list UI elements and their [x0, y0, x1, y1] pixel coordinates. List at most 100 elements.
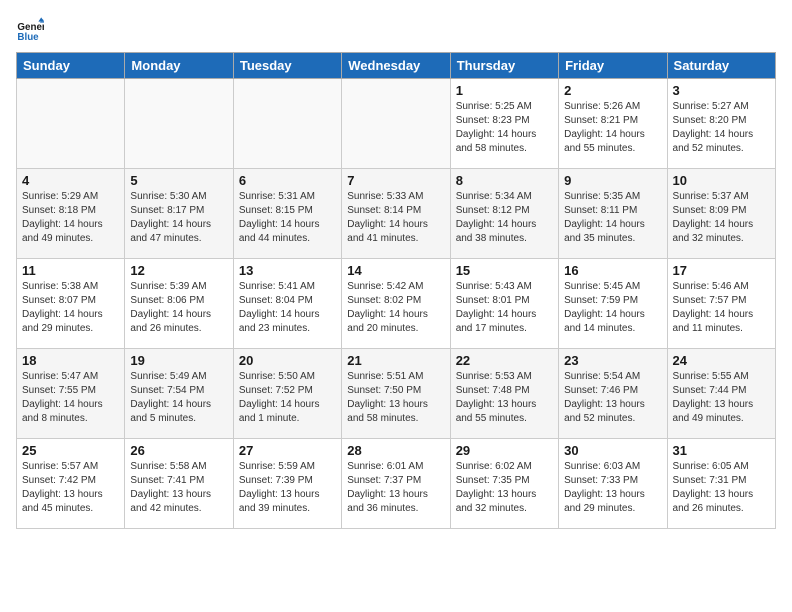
day-info: Sunrise: 6:05 AM Sunset: 7:31 PM Dayligh…	[673, 460, 770, 516]
day-info: Sunrise: 5:47 AM Sunset: 7:55 PM Dayligh…	[22, 370, 119, 426]
calendar-cell: 21 Sunrise: 5:51 AM Sunset: 7:50 PM Dayli…	[342, 349, 450, 439]
calendar-cell	[233, 79, 341, 169]
day-number: 6	[239, 173, 336, 188]
day-number: 19	[130, 353, 227, 368]
calendar-cell: 7 Sunrise: 5:33 AM Sunset: 8:14 PM Daylig…	[342, 169, 450, 259]
calendar-cell: 15 Sunrise: 5:43 AM Sunset: 8:01 PM Dayli…	[450, 259, 558, 349]
calendar-cell: 29Sunrise: 6:02 AM Sunset: 7:35 PM Dayli…	[450, 439, 558, 529]
day-number: 24	[673, 353, 770, 368]
calendar-week-4: 18 Sunrise: 5:47 AM Sunset: 7:55 PM Dayli…	[17, 349, 776, 439]
column-header-monday: Monday	[125, 53, 233, 79]
day-number: 9	[564, 173, 661, 188]
day-number: 18	[22, 353, 119, 368]
day-info: Sunrise: 5:45 AM Sunset: 7:59 PM Dayligh…	[564, 280, 661, 336]
calendar-cell: 20Sunrise: 5:50 AM Sunset: 7:52 PM Dayli…	[233, 349, 341, 439]
day-number: 16	[564, 263, 661, 278]
column-header-sunday: Sunday	[17, 53, 125, 79]
day-info: Sunrise: 5:54 AM Sunset: 7:46 PM Dayligh…	[564, 370, 661, 426]
day-info: Sunrise: 5:51 AM Sunset: 7:50 PM Dayligh…	[347, 370, 444, 426]
day-info: Sunrise: 5:58 AM Sunset: 7:41 PM Dayligh…	[130, 460, 227, 516]
calendar-week-3: 11 Sunrise: 5:38 AM Sunset: 8:07 PM Dayli…	[17, 259, 776, 349]
calendar-cell: 17 Sunrise: 5:46 AM Sunset: 7:57 PM Dayli…	[667, 259, 775, 349]
calendar-week-5: 25Sunrise: 5:57 AM Sunset: 7:42 PM Dayli…	[17, 439, 776, 529]
day-number: 12	[130, 263, 227, 278]
svg-text:Blue: Blue	[17, 32, 39, 43]
day-info: Sunrise: 5:34 AM Sunset: 8:12 PM Dayligh…	[456, 190, 553, 246]
calendar-cell: 28 Sunrise: 6:01 AM Sunset: 7:37 PM Dayli…	[342, 439, 450, 529]
day-info: Sunrise: 6:01 AM Sunset: 7:37 PM Dayligh…	[347, 460, 444, 516]
day-info: Sunrise: 5:59 AM Sunset: 7:39 PM Dayligh…	[239, 460, 336, 516]
day-number: 20	[239, 353, 336, 368]
column-header-tuesday: Tuesday	[233, 53, 341, 79]
logo: General Blue	[16, 16, 48, 44]
day-info: Sunrise: 5:38 AM Sunset: 8:07 PM Dayligh…	[22, 280, 119, 336]
day-number: 1	[456, 83, 553, 98]
day-info: Sunrise: 5:55 AM Sunset: 7:44 PM Dayligh…	[673, 370, 770, 426]
calendar-cell: 5 Sunrise: 5:30 AM Sunset: 8:17 PM Daylig…	[125, 169, 233, 259]
calendar-cell: 1 Sunrise: 5:25 AM Sunset: 8:23 PM Daylig…	[450, 79, 558, 169]
day-info: Sunrise: 5:46 AM Sunset: 7:57 PM Dayligh…	[673, 280, 770, 336]
calendar-cell: 25Sunrise: 5:57 AM Sunset: 7:42 PM Dayli…	[17, 439, 125, 529]
calendar-cell: 23 Sunrise: 5:54 AM Sunset: 7:46 PM Dayli…	[559, 349, 667, 439]
day-number: 28	[347, 443, 444, 458]
day-info: Sunrise: 5:27 AM Sunset: 8:20 PM Dayligh…	[673, 100, 770, 156]
day-number: 11	[22, 263, 119, 278]
calendar-cell: 13 Sunrise: 5:41 AM Sunset: 8:04 PM Dayli…	[233, 259, 341, 349]
day-info: Sunrise: 6:03 AM Sunset: 7:33 PM Dayligh…	[564, 460, 661, 516]
logo-icon: General Blue	[16, 16, 44, 44]
calendar-table: SundayMondayTuesdayWednesdayThursdayFrid…	[16, 52, 776, 529]
calendar-cell: 3 Sunrise: 5:27 AM Sunset: 8:20 PM Daylig…	[667, 79, 775, 169]
calendar-cell: 31 Sunrise: 6:05 AM Sunset: 7:31 PM Dayli…	[667, 439, 775, 529]
day-number: 10	[673, 173, 770, 188]
day-info: Sunrise: 5:33 AM Sunset: 8:14 PM Dayligh…	[347, 190, 444, 246]
day-number: 31	[673, 443, 770, 458]
day-number: 2	[564, 83, 661, 98]
day-number: 30	[564, 443, 661, 458]
day-info: Sunrise: 5:39 AM Sunset: 8:06 PM Dayligh…	[130, 280, 227, 336]
day-number: 7	[347, 173, 444, 188]
calendar-cell: 18 Sunrise: 5:47 AM Sunset: 7:55 PM Dayli…	[17, 349, 125, 439]
day-number: 27	[239, 443, 336, 458]
calendar-cell	[17, 79, 125, 169]
calendar-header-row: SundayMondayTuesdayWednesdayThursdayFrid…	[17, 53, 776, 79]
day-info: Sunrise: 5:43 AM Sunset: 8:01 PM Dayligh…	[456, 280, 553, 336]
calendar-cell: 8 Sunrise: 5:34 AM Sunset: 8:12 PM Daylig…	[450, 169, 558, 259]
calendar-cell: 11 Sunrise: 5:38 AM Sunset: 8:07 PM Dayli…	[17, 259, 125, 349]
day-number: 5	[130, 173, 227, 188]
calendar-cell: 19 Sunrise: 5:49 AM Sunset: 7:54 PM Dayli…	[125, 349, 233, 439]
day-info: Sunrise: 5:25 AM Sunset: 8:23 PM Dayligh…	[456, 100, 553, 156]
calendar-cell: 30 Sunrise: 6:03 AM Sunset: 7:33 PM Dayli…	[559, 439, 667, 529]
calendar-cell: 4Sunrise: 5:29 AM Sunset: 8:18 PM Daylig…	[17, 169, 125, 259]
page-header: General Blue	[16, 16, 776, 44]
column-header-friday: Friday	[559, 53, 667, 79]
day-number: 22	[456, 353, 553, 368]
day-info: Sunrise: 5:35 AM Sunset: 8:11 PM Dayligh…	[564, 190, 661, 246]
day-info: Sunrise: 5:53 AM Sunset: 7:48 PM Dayligh…	[456, 370, 553, 426]
day-number: 21	[347, 353, 444, 368]
day-number: 13	[239, 263, 336, 278]
day-number: 17	[673, 263, 770, 278]
day-number: 26	[130, 443, 227, 458]
calendar-cell: 27 Sunrise: 5:59 AM Sunset: 7:39 PM Dayli…	[233, 439, 341, 529]
day-number: 3	[673, 83, 770, 98]
calendar-cell: 6Sunrise: 5:31 AM Sunset: 8:15 PM Daylig…	[233, 169, 341, 259]
day-number: 15	[456, 263, 553, 278]
calendar-cell: 12 Sunrise: 5:39 AM Sunset: 8:06 PM Dayli…	[125, 259, 233, 349]
calendar-cell	[342, 79, 450, 169]
day-info: Sunrise: 5:57 AM Sunset: 7:42 PM Dayligh…	[22, 460, 119, 516]
day-number: 23	[564, 353, 661, 368]
calendar-cell: 16 Sunrise: 5:45 AM Sunset: 7:59 PM Dayli…	[559, 259, 667, 349]
calendar-cell: 22 Sunrise: 5:53 AM Sunset: 7:48 PM Dayli…	[450, 349, 558, 439]
day-info: Sunrise: 5:41 AM Sunset: 8:04 PM Dayligh…	[239, 280, 336, 336]
calendar-cell: 14 Sunrise: 5:42 AM Sunset: 8:02 PM Dayli…	[342, 259, 450, 349]
day-info: Sunrise: 5:30 AM Sunset: 8:17 PM Dayligh…	[130, 190, 227, 246]
column-header-wednesday: Wednesday	[342, 53, 450, 79]
day-info: Sunrise: 5:29 AM Sunset: 8:18 PM Dayligh…	[22, 190, 119, 246]
day-number: 14	[347, 263, 444, 278]
day-info: Sunrise: 5:42 AM Sunset: 8:02 PM Dayligh…	[347, 280, 444, 336]
calendar-cell: 10Sunrise: 5:37 AM Sunset: 8:09 PM Dayli…	[667, 169, 775, 259]
day-number: 8	[456, 173, 553, 188]
calendar-week-1: 1 Sunrise: 5:25 AM Sunset: 8:23 PM Daylig…	[17, 79, 776, 169]
day-info: Sunrise: 5:49 AM Sunset: 7:54 PM Dayligh…	[130, 370, 227, 426]
column-header-thursday: Thursday	[450, 53, 558, 79]
